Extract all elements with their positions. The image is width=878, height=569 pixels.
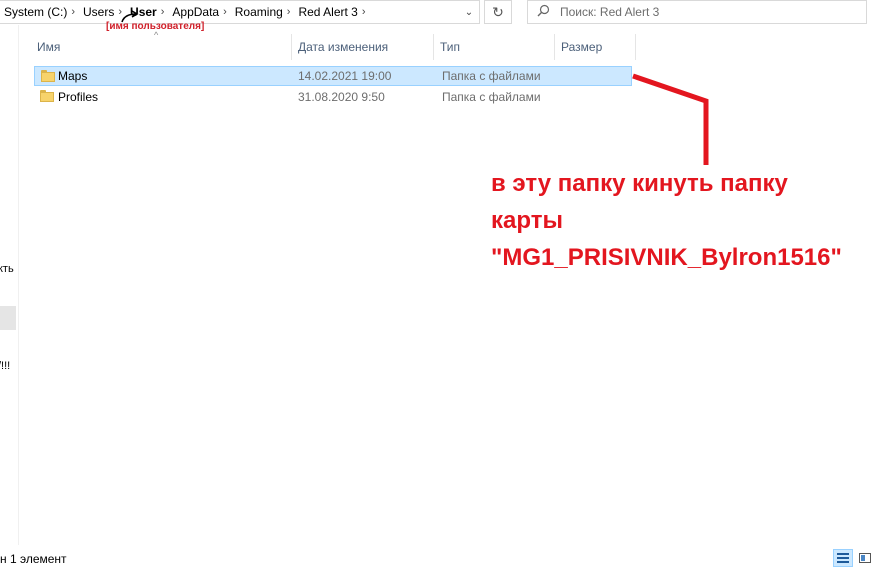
chevron-right-icon[interactable]: › (159, 6, 169, 18)
chevron-right-icon[interactable]: › (69, 6, 79, 18)
chevron-right-icon[interactable]: › (285, 6, 295, 18)
search-icon (528, 4, 558, 20)
crumb-roaming[interactable]: Roaming (231, 5, 285, 19)
details-view-icon (837, 553, 849, 563)
chevron-right-icon[interactable]: › (221, 6, 231, 18)
navigation-pane[interactable]: кть /!!! (0, 25, 19, 545)
address-dropdown-button[interactable]: ⌄ (458, 0, 480, 24)
column-header-label: Дата изменения (298, 40, 389, 54)
tiles-view-button[interactable] (855, 549, 875, 567)
column-header-size[interactable]: Размер (555, 34, 636, 60)
column-header-label: Размер (561, 40, 603, 54)
details-view-button[interactable] (833, 549, 853, 567)
search-input[interactable] (558, 4, 852, 20)
file-type: Папка с файлами (442, 69, 541, 83)
file-name: Profiles (58, 90, 99, 104)
file-type: Папка с файлами (442, 90, 541, 104)
tiles-view-icon (859, 553, 871, 563)
refresh-button[interactable]: ↻ (484, 0, 512, 24)
file-date: 31.08.2020 9:50 (298, 90, 385, 104)
nav-selected-item[interactable] (0, 306, 16, 330)
nav-fragment-2[interactable]: /!!! (0, 360, 10, 372)
nav-fragment-1[interactable]: кть (0, 263, 14, 275)
chevron-down-icon: ⌄ (464, 6, 474, 18)
refresh-icon: ↻ (492, 3, 504, 20)
column-header-type[interactable]: Тип (434, 34, 555, 60)
crumb-red-alert-3[interactable]: Red Alert 3 (294, 5, 359, 19)
chevron-right-icon[interactable]: › (360, 6, 370, 18)
column-header-label: Имя (37, 40, 61, 54)
column-header-date[interactable]: Дата изменения (292, 34, 434, 60)
status-item-count: н 1 элемент (0, 552, 67, 566)
folder-icon (40, 90, 54, 102)
file-name: Maps (58, 69, 88, 83)
crumb-users[interactable]: Users (79, 5, 116, 19)
search-box[interactable] (527, 0, 867, 24)
file-row-profiles[interactable]: Profiles 31.08.2020 9:50 Папка с файлами (34, 87, 632, 107)
file-date: 14.02.2021 19:00 (298, 69, 392, 83)
folder-icon (41, 70, 55, 82)
annotation-line-1: в эту папку кинуть папку (491, 170, 788, 197)
crumb-system-drive[interactable]: System (C:) (0, 5, 69, 19)
annotation-line-3: "MG1_PRISIVNIK_Bylron1516" (491, 244, 842, 271)
column-header-name[interactable]: Имя (31, 34, 292, 60)
column-header-label: Тип (440, 40, 461, 54)
file-row-maps[interactable]: Maps 14.02.2021 19:00 Папка с файлами (34, 66, 632, 86)
crumb-appdata[interactable]: AppData (168, 5, 221, 19)
annotation-line-2: карты (491, 207, 563, 234)
address-bar[interactable]: System (C:) › Users › User › AppData › R… (0, 0, 480, 24)
